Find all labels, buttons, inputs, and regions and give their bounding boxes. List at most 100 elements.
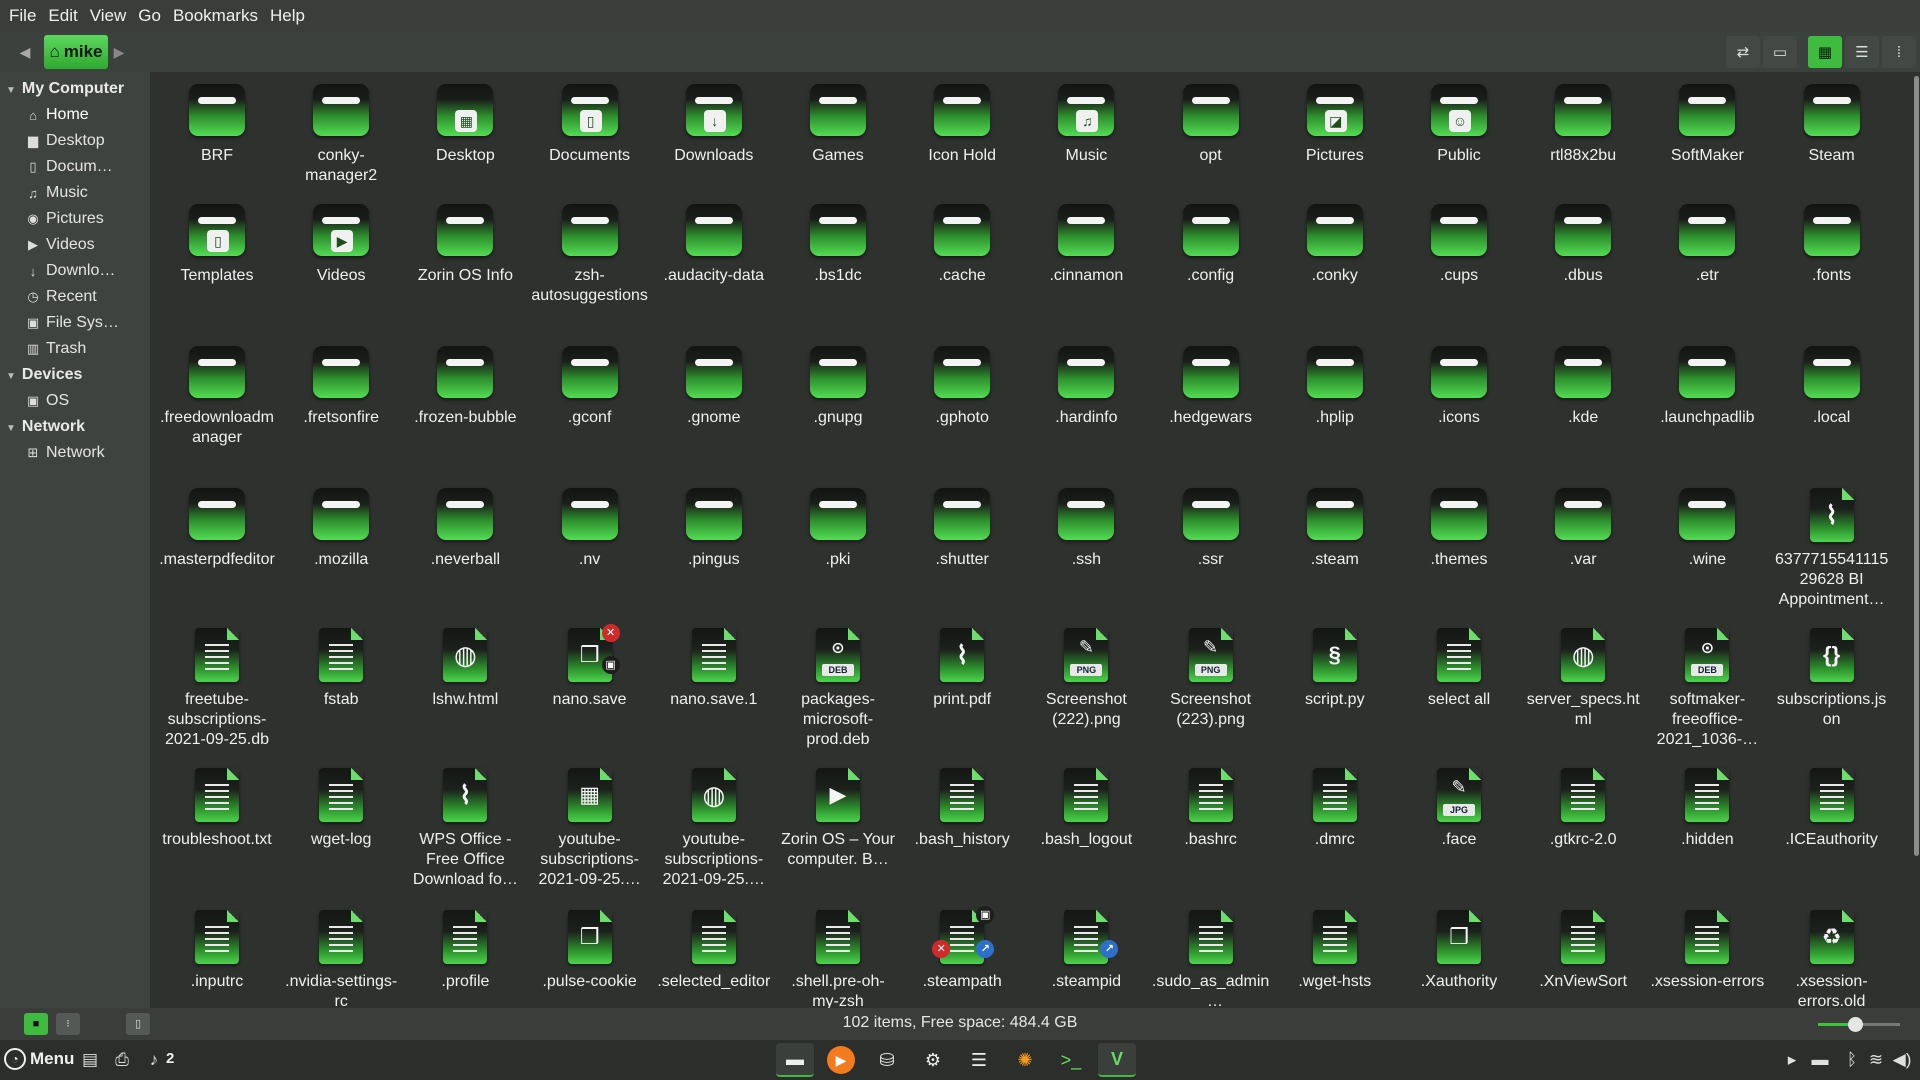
file-item[interactable]: ▶ Zorin OS – Your computer. B… (779, 762, 897, 870)
files-launcher-icon[interactable]: ▤ (78, 1048, 102, 1072)
folder-item[interactable]: .local (1773, 340, 1891, 428)
breadcrumb-right-arrow-icon[interactable]: ▶ (112, 40, 126, 64)
folder-item[interactable]: ▶ Videos (282, 198, 400, 286)
terminal-tray-icon[interactable]: ▸ (1780, 1048, 1804, 1072)
folder-item[interactable]: Zorin OS Info (406, 198, 524, 286)
folder-item[interactable]: .neverball (406, 482, 524, 570)
folder-item[interactable]: .gnupg (779, 340, 897, 428)
folder-item[interactable]: .gphoto (903, 340, 1021, 428)
file-item[interactable]: ▣ ✕ ↗ .steampath (903, 904, 1021, 992)
folder-item[interactable]: .dbus (1524, 198, 1642, 286)
text-editor-launcher[interactable]: ☰ (960, 1043, 998, 1077)
firefox-launcher[interactable]: ✺ (1006, 1043, 1044, 1077)
file-item[interactable]: .wget-hsts (1276, 904, 1394, 992)
folder-item[interactable]: conky-manager2 (282, 78, 400, 186)
folder-item[interactable]: .bs1dc (779, 198, 897, 286)
compact-view-button[interactable]: ⁞ (1882, 36, 1916, 68)
expander-icon[interactable]: ▼ (6, 423, 16, 434)
file-item[interactable]: ✎ PNG Screenshot (223).png (1152, 622, 1270, 730)
terminal-launcher[interactable]: >_ (1052, 1043, 1090, 1077)
toggle-location-button[interactable]: ⇄ (1726, 36, 1760, 68)
file-item[interactable]: .inputrc (158, 904, 276, 992)
folder-item[interactable]: .fonts (1773, 198, 1891, 286)
zoom-slider[interactable] (1818, 1017, 1900, 1032)
file-item[interactable]: ⌇ WPS Office - Free Office Download fo… (406, 762, 524, 890)
folder-item[interactable]: ↓ Downloads (655, 78, 773, 166)
folder-item[interactable]: .ssh (1027, 482, 1145, 570)
folder-item[interactable]: .wine (1648, 482, 1766, 570)
file-item[interactable]: .xsession-errors (1648, 904, 1766, 992)
sidebar-item-network[interactable]: ⊞ Network (26, 444, 105, 462)
breadcrumb-left-arrow-icon[interactable]: ◀ (18, 40, 32, 64)
breadcrumb-home-button[interactable]: ⌂ mike (44, 35, 108, 69)
folder-item[interactable]: ▯ Documents (531, 78, 649, 166)
folder-item[interactable]: .hardinfo (1027, 340, 1145, 428)
sidebar-item-pictures[interactable]: ◉ Pictures (26, 210, 103, 228)
folder-item[interactable]: .icons (1400, 340, 1518, 428)
file-item[interactable]: .bash_logout (1027, 762, 1145, 850)
sidebar-item-file-sys-[interactable]: ▣ File Sys… (26, 314, 119, 332)
wifi-icon[interactable]: ≋ (1864, 1048, 1888, 1072)
file-item[interactable]: .hidden (1648, 762, 1766, 850)
list-view-button[interactable]: ☰ (1845, 36, 1879, 68)
folder-item[interactable]: .steam (1276, 482, 1394, 570)
folder-item[interactable]: rtl88x2bu (1524, 78, 1642, 166)
file-item[interactable]: .profile (406, 904, 524, 992)
sidebar-item-trash[interactable]: ▥ Trash (26, 340, 86, 358)
folder-item[interactable]: .etr (1648, 198, 1766, 286)
file-item[interactable]: .gtkrc-2.0 (1524, 762, 1642, 850)
folder-item[interactable]: ☺ Public (1400, 78, 1518, 166)
file-item[interactable]: § script.py (1276, 622, 1394, 710)
file-item[interactable]: ❒ ✕ ▣ nano.save (531, 622, 649, 710)
folder-item[interactable]: .themes (1400, 482, 1518, 570)
file-item[interactable]: troubleshoot.txt (158, 762, 276, 850)
file-item[interactable]: .bash_history (903, 762, 1021, 850)
icon-view-button[interactable]: ▦ (1808, 36, 1842, 68)
zoom-slider-knob[interactable] (1847, 1017, 1863, 1032)
file-item[interactable]: fstab (282, 622, 400, 710)
file-item[interactable]: .XnViewSort (1524, 904, 1642, 992)
vivaldi-task-button[interactable]: V (1098, 1043, 1136, 1077)
sidebar-item-home[interactable]: ⌂ Home (26, 106, 89, 124)
folder-item[interactable]: .masterpdfeditor (158, 482, 276, 570)
sidebar-item-music[interactable]: ♫ Music (26, 184, 88, 202)
file-item[interactable]: nano.save.1 (655, 622, 773, 710)
expander-icon[interactable]: ▼ (6, 371, 16, 382)
folder-item[interactable]: ▦ Desktop (406, 78, 524, 166)
scrollbar-thumb[interactable] (1914, 76, 1919, 856)
file-item[interactable]: ❒ .pulse-cookie (531, 904, 649, 992)
folder-item[interactable]: opt (1152, 78, 1270, 166)
sidebar-item-recent[interactable]: ◷ Recent (26, 288, 96, 306)
folder-item[interactable]: .mozilla (282, 482, 400, 570)
file-item[interactable]: ◍ youtube-subscriptions-2021-09-25.… (655, 762, 773, 890)
folder-item[interactable]: zsh-autosuggestions (531, 198, 649, 306)
scrollbar[interactable] (1912, 72, 1920, 1008)
file-item[interactable]: ❒ .Xauthority (1400, 904, 1518, 992)
folder-item[interactable]: .gconf (531, 340, 649, 428)
folder-item[interactable]: .cups (1400, 198, 1518, 286)
printer-icon[interactable]: ⎙ (110, 1048, 134, 1072)
sidebar-section-my-computer[interactable]: ▼ My Computer (6, 80, 124, 98)
folder-item[interactable]: ▯ Templates (158, 198, 276, 286)
folder-item[interactable]: .hedgewars (1152, 340, 1270, 428)
file-item[interactable]: .ICEauthority (1773, 762, 1891, 850)
media-player-launcher[interactable]: ▶ (822, 1043, 860, 1077)
file-item[interactable]: ♻ .xsession-errors.old (1773, 904, 1891, 1008)
sidebar-item-videos[interactable]: ▶ Videos (26, 236, 95, 254)
folder-item[interactable]: .cinnamon (1027, 198, 1145, 286)
file-item[interactable]: ▦ youtube-subscriptions-2021-09-25.… (531, 762, 649, 890)
file-item[interactable]: ⌇ 637771554111529628 BI Appointment… (1773, 482, 1891, 610)
bluetooth-tray-icon[interactable]: ᛒ (1840, 1048, 1864, 1072)
menu-view[interactable]: View (87, 6, 136, 26)
expander-icon[interactable]: ▼ (6, 85, 16, 96)
file-item[interactable]: ◍ lshw.html (406, 622, 524, 710)
file-item[interactable]: .shell.pre-oh-my-zsh (779, 904, 897, 1008)
file-item[interactable]: ✎ JPG .face (1400, 762, 1518, 850)
disk-tray-icon[interactable]: ▬ (1808, 1048, 1832, 1072)
folder-item[interactable]: Steam (1773, 78, 1891, 166)
sidebar-item-desktop[interactable]: ▆ Desktop (26, 132, 105, 150)
file-item[interactable]: .bashrc (1152, 762, 1270, 850)
folder-item[interactable]: ◪ Pictures (1276, 78, 1394, 166)
file-item[interactable]: freetube-subscriptions-2021-09-25.db (158, 622, 276, 750)
file-item[interactable]: .sudo_as_admin_… (1152, 904, 1270, 1008)
